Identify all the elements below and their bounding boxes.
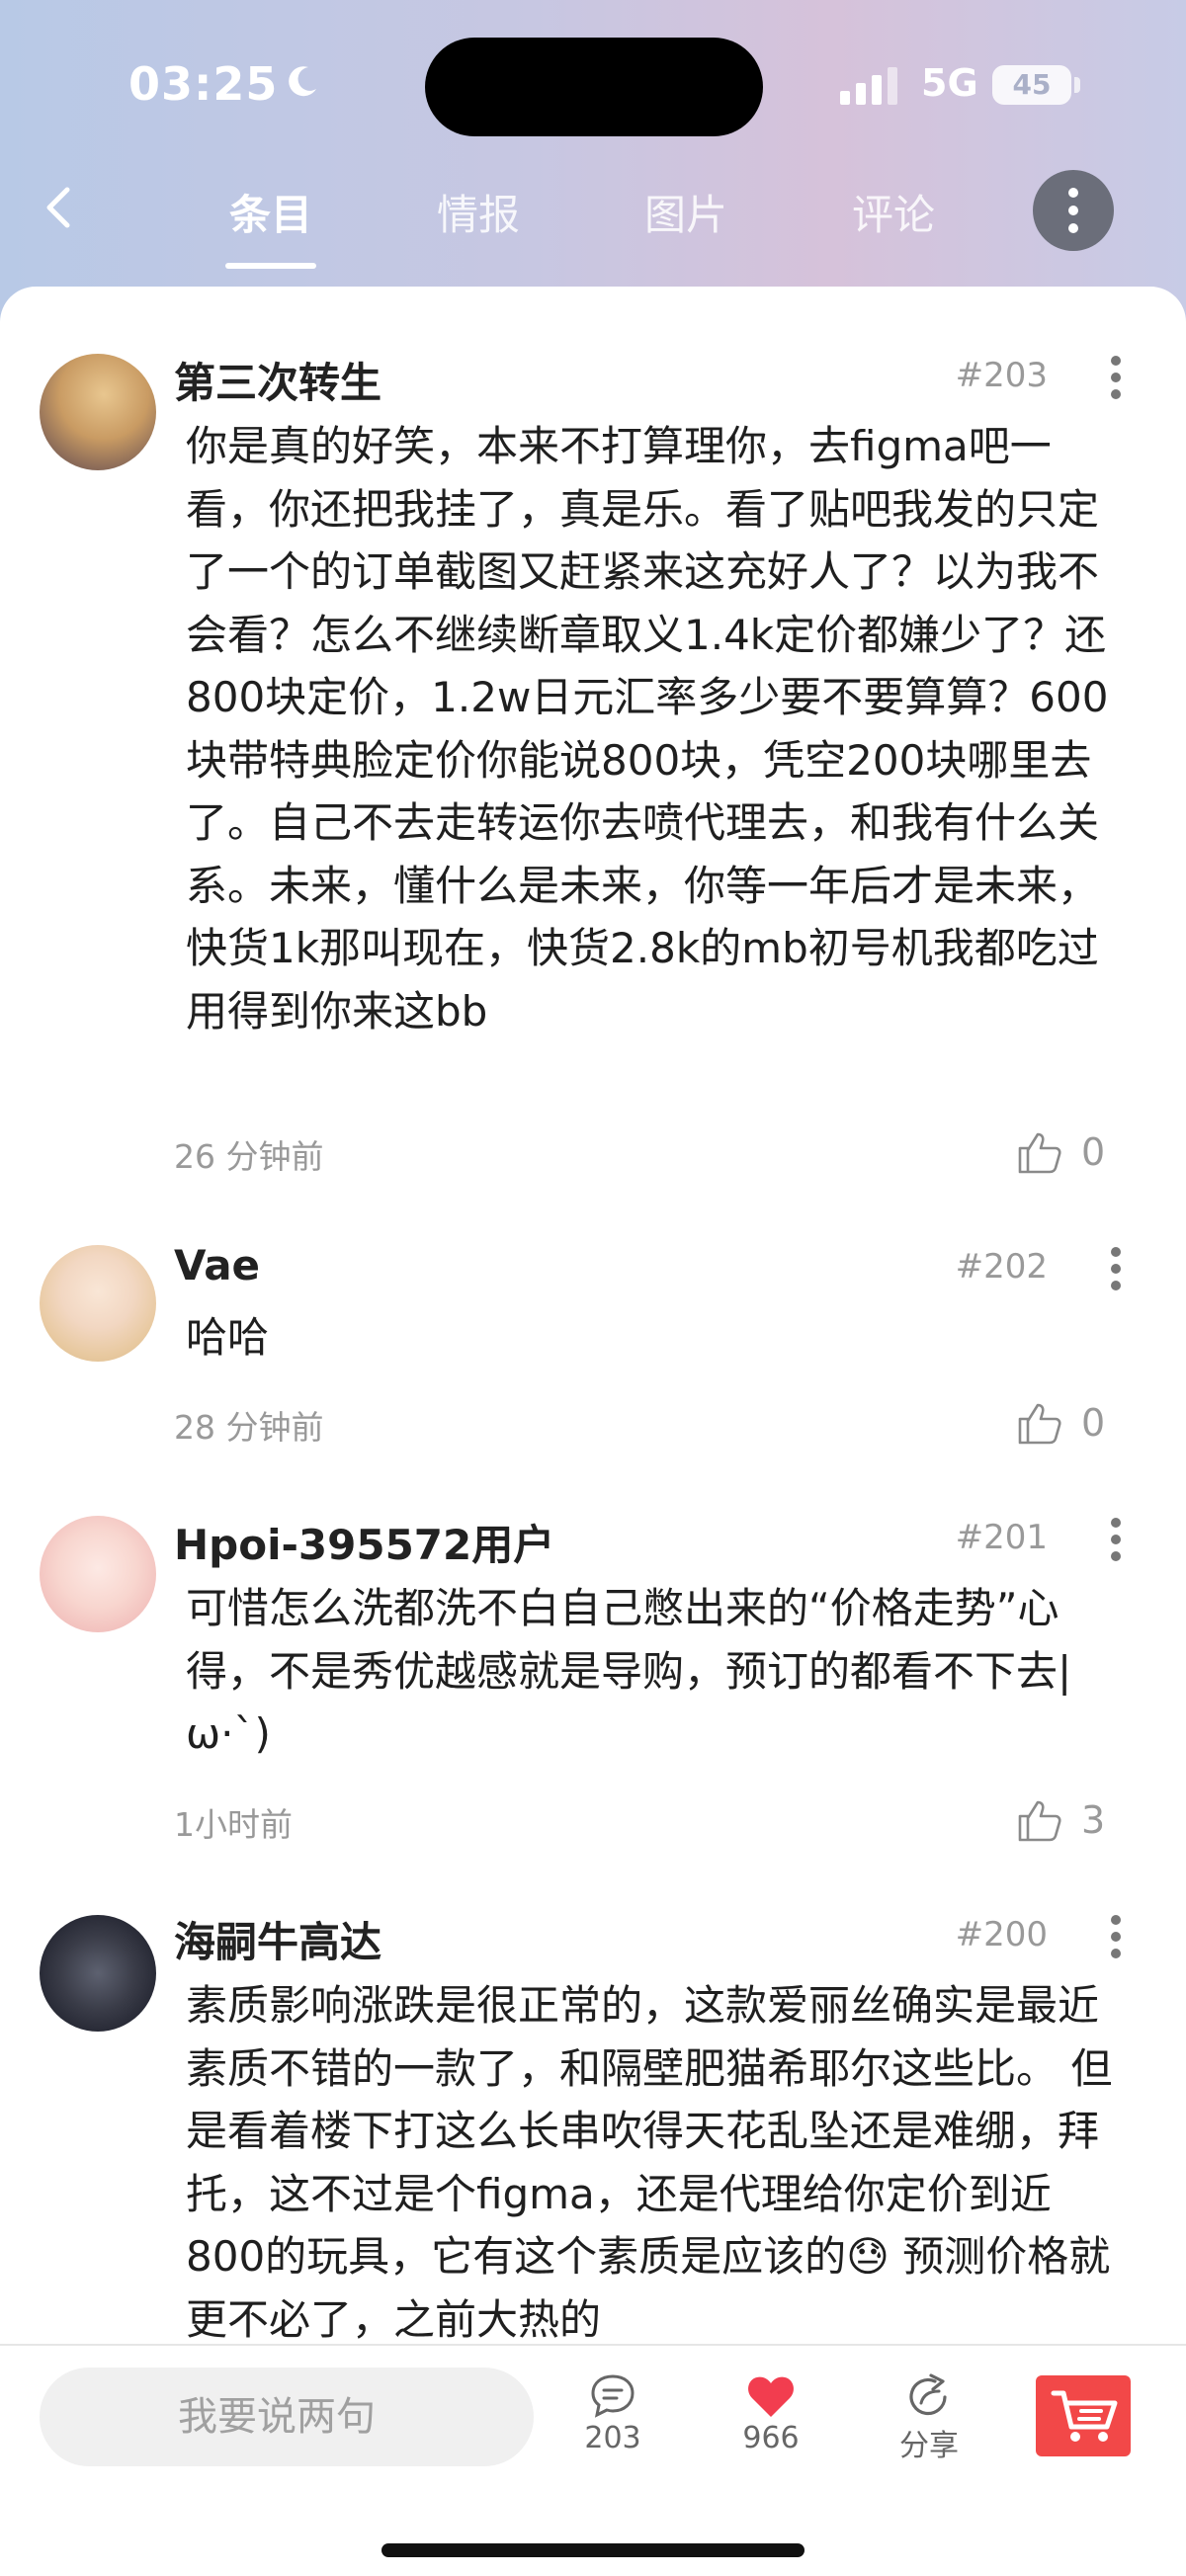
comment-text: 哈哈 — [186, 1313, 270, 1362]
like-count: 3 — [1081, 1798, 1106, 1842]
floor-number: #202 — [955, 1247, 1048, 1287]
comment-time: 26 分钟前 — [174, 1137, 324, 1176]
share-icon — [909, 2373, 947, 2416]
thumbs-up-icon[interactable] — [1016, 1796, 1063, 1844]
comment-text: 你是真的好笑，本来不打算理你，去figma吧一看，你还把我挂了，真是乐。看了贴吧… — [186, 422, 1109, 1036]
avatar[interactable] — [40, 354, 156, 470]
comment-time: 28 分钟前 — [174, 1408, 324, 1447]
comment-count: 203 — [584, 2421, 641, 2455]
battery-tip — [1074, 77, 1080, 93]
tab-news[interactable]: 情报 — [409, 182, 548, 242]
avatar[interactable] — [40, 1245, 156, 1362]
network-type: 5G — [921, 61, 978, 105]
comment-menu-icon[interactable] — [1109, 1247, 1123, 1290]
floor-number: #203 — [955, 356, 1048, 395]
comment-menu-icon[interactable] — [1109, 356, 1123, 399]
avatar[interactable] — [40, 1915, 156, 2032]
favorite-count: 966 — [742, 2421, 800, 2455]
comment-text: 素质影响涨跌是很正常的，这款爱丽丝确实是最近素质不错的一款了，和隔壁肥猫希耶尔这… — [186, 1981, 1113, 2344]
tab-images[interactable]: 图片 — [617, 182, 755, 242]
comment-time: 1小时前 — [174, 1805, 293, 1844]
bottom-action-bar: 我要说两句 203 966 分享 — [0, 2344, 1186, 2576]
floor-number: #200 — [955, 1915, 1048, 1954]
share-button[interactable]: 分享 — [870, 2373, 988, 2464]
comment-menu-icon[interactable] — [1109, 1915, 1123, 1958]
comment-username[interactable]: 第三次转生 — [174, 350, 381, 410]
tab-comments[interactable]: 评论 — [824, 182, 963, 242]
like-count: 0 — [1081, 1401, 1106, 1445]
like-count: 0 — [1081, 1130, 1106, 1174]
home-indicator — [381, 2543, 805, 2557]
heart-icon — [748, 2376, 794, 2417]
dynamic-island — [425, 38, 763, 136]
avatar[interactable] — [40, 1516, 156, 1632]
signal-icon — [840, 67, 897, 105]
comment-username[interactable]: 海嗣牛高达 — [174, 1909, 381, 1969]
moon-icon — [289, 66, 316, 97]
comment-username[interactable]: Hpoi-395572用户 — [174, 1512, 554, 1572]
floor-number: #201 — [955, 1518, 1048, 1557]
cart-icon — [1051, 2390, 1118, 2442]
comments-button[interactable]: 203 — [553, 2373, 672, 2455]
comment-menu-icon[interactable] — [1109, 1518, 1123, 1561]
status-time: 03:25 — [128, 57, 279, 111]
thumbs-up-icon[interactable] — [1016, 1128, 1063, 1176]
share-label: 分享 — [899, 2429, 959, 2463]
comment-text: 可惜怎么洗都洗不白自己憋出来的“价格走势”心得，不是秀优越感就是导购，预订的都看… — [186, 1584, 1072, 1758]
cart-button[interactable] — [1036, 2375, 1131, 2456]
active-tab-indicator — [225, 263, 316, 269]
thumbs-up-icon[interactable] — [1016, 1399, 1063, 1447]
more-options-button[interactable] — [1033, 170, 1114, 251]
battery-icon: 45 — [992, 65, 1071, 105]
status-bar: 03:25 5G 45 — [0, 0, 1186, 168]
favorite-button[interactable]: 966 — [712, 2373, 830, 2455]
comment-bubble-icon — [591, 2374, 635, 2418]
tab-entry[interactable]: 条目 — [202, 182, 340, 242]
comment-list: 第三次转生 #203 你是真的好笑，本来不打算理你，去figma吧一看，你还把我… — [0, 287, 1186, 2576]
comment-username[interactable]: Vae — [174, 1241, 260, 1289]
back-chevron-icon[interactable] — [30, 178, 89, 237]
comment-input[interactable]: 我要说两句 — [40, 2368, 534, 2466]
